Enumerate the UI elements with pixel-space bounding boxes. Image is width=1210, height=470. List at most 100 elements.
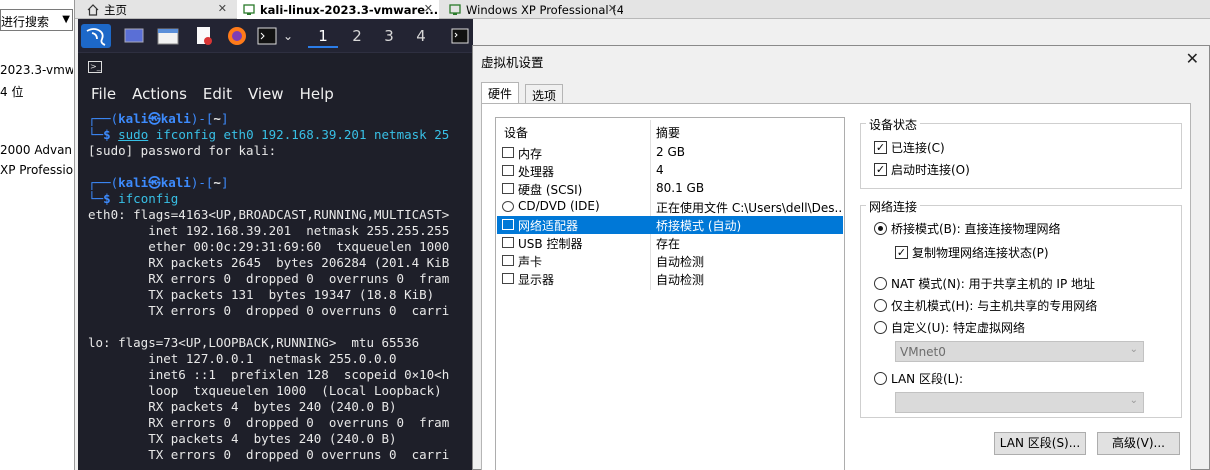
output-line: inet 127.0.0.1 netmask 255.0.0.0 <box>88 351 397 366</box>
terminal-window-icon: >_ <box>88 61 102 73</box>
checkmark-icon: ✓ <box>874 163 887 176</box>
connect-at-power-on-checkbox[interactable]: ✓ 启动时连接(O) <box>874 161 970 178</box>
output-line: inet 192.168.39.201 netmask 255.255.255 <box>88 223 450 238</box>
chevron-down-icon[interactable]: ▼ <box>62 14 70 25</box>
dialog-title: 虚拟机设置 <box>481 55 544 70</box>
tab-kali-vm[interactable]: kali-linux-2023.3-vmware... ✕ <box>237 0 439 19</box>
output-line: [sudo] password for kali: <box>88 143 277 158</box>
output-line: inet6 ::1 prefixlen 128 scopeid 0×10<h <box>88 367 450 382</box>
vm-icon <box>449 3 461 15</box>
library-search-input[interactable]: 进行搜索 ▼ <box>0 9 73 31</box>
checkmark-icon: ✓ <box>874 141 887 154</box>
vm-icon <box>243 3 255 15</box>
device-row-memory[interactable]: 内存 2 GB <box>497 144 843 162</box>
home-icon <box>87 3 99 16</box>
nat-mode-radio[interactable]: NAT 模式(N): 用于共享主机的 IP 地址 <box>874 275 1095 292</box>
close-icon[interactable]: ✕ <box>424 2 433 15</box>
workspace-2[interactable]: 2 <box>342 24 372 48</box>
device-row-network-adapter[interactable]: 网络适配器 桥接模式 (自动) <box>497 216 843 234</box>
device-row-sound-card[interactable]: 声卡 自动检测 <box>497 252 843 270</box>
terminal-icon <box>451 28 469 44</box>
terminal-launcher-button[interactable] <box>256 24 278 48</box>
lan-segment-select[interactable]: ⌄ <box>895 392 1144 413</box>
device-row-harddisk[interactable]: 硬盘 (SCSI) 80.1 GB <box>497 180 843 198</box>
taskbar-terminal-window[interactable] <box>449 24 471 48</box>
cpu-icon <box>502 165 514 176</box>
radio-icon <box>874 299 887 312</box>
radio-selected-icon <box>874 222 887 235</box>
workspace-4[interactable]: 4 <box>406 24 436 48</box>
output-line: TX packets 131 bytes 19347 (18.8 KiB) <box>88 287 435 302</box>
output-line: RX errors 0 dropped 0 overruns 0 fram <box>88 271 450 286</box>
desktop-icon <box>124 28 144 43</box>
menu-edit[interactable]: Edit <box>203 85 232 103</box>
kali-menu-button[interactable] <box>81 24 111 48</box>
close-icon[interactable]: ✕ <box>1186 49 1199 68</box>
advanced-button[interactable]: 高级(V)... <box>1097 432 1180 455</box>
sidebar-item[interactable]: XP Professio <box>0 163 73 177</box>
sidebar-item[interactable]: 4 位 <box>0 83 73 100</box>
display-icon <box>502 273 514 284</box>
prompt-line: ┌──(kali㉿kali)-[~] <box>88 175 229 190</box>
tab-hardware[interactable]: 硬件 <box>481 82 520 104</box>
menu-help[interactable]: Help <box>300 85 334 103</box>
tab-home[interactable]: 主页 ✕ <box>81 0 233 19</box>
chevron-down-icon: ⌄ <box>1129 395 1138 406</box>
vm-tab-strip: 主页 ✕ kali-linux-2023.3-vmware... ✕ Windo… <box>75 0 1210 19</box>
device-row-usb-controller[interactable]: USB 控制器 存在 <box>497 234 843 252</box>
radio-icon <box>874 321 887 334</box>
menu-file[interactable]: File <box>91 85 116 103</box>
output-line: eth0: flags=4163<UP,BROADCAST,RUNNING,MU… <box>88 207 450 222</box>
output-line: RX packets 4 bytes 240 (240.0 B) <box>88 399 397 414</box>
tab-windows-xp-vm[interactable]: Windows XP Professional (4) ✕ <box>443 0 623 19</box>
terminal-output[interactable]: ┌──(kali㉿kali)-[~] └─$ sudo ifconfig eth0… <box>88 111 473 463</box>
custom-network-select[interactable]: VMnet0 ⌄ <box>895 341 1144 362</box>
text-editor-button[interactable] <box>192 24 216 48</box>
file-manager-button[interactable] <box>156 24 180 48</box>
terminal-icon <box>257 27 277 45</box>
device-status-title: 设备状态 <box>866 116 921 133</box>
device-list[interactable]: 设备 摘要 内存 2 GB 处理器 4 硬盘 (SCSI) 80.1 GB CD/DV… <box>495 117 845 470</box>
kali-top-panel: ⌄ 1 2 3 4 <box>78 19 473 53</box>
command-line: └─$ ifconfig <box>88 191 179 206</box>
menu-actions[interactable]: Actions <box>132 85 187 103</box>
column-header-summary[interactable]: 摘要 <box>656 124 680 141</box>
radio-icon <box>874 277 887 290</box>
output-line: RX packets 2645 bytes 206284 (201.4 KiB <box>88 255 450 270</box>
column-header-device[interactable]: 设备 <box>504 124 528 141</box>
output-line: loop txqueuelen 1000 (Local Loopback) <box>88 383 442 398</box>
custom-network-radio[interactable]: 自定义(U): 特定虚拟网络 <box>874 319 1025 336</box>
lan-segment-radio[interactable]: LAN 区段(L): <box>874 370 963 387</box>
close-icon[interactable]: ✕ <box>608 2 617 15</box>
close-icon[interactable]: ✕ <box>218 2 227 15</box>
bridged-mode-radio[interactable]: 桥接模式(B): 直接连接物理网络 <box>874 220 1060 237</box>
show-desktop-button[interactable] <box>123 24 145 48</box>
lan-segments-button[interactable]: LAN 区段(S)... <box>994 432 1086 455</box>
vm-settings-dialog: 虚拟机设置 ✕ 硬件 选项 设备 摘要 内存 2 GB 处理器 4 硬盘 (SCSI… <box>472 45 1210 470</box>
device-row-cdrom[interactable]: CD/DVD (IDE) 正在使用文件 C:\Users\dell\Des... <box>497 198 843 216</box>
device-row-display[interactable]: 显示器 自动检测 <box>497 270 843 288</box>
replicate-physical-state-checkbox[interactable]: ✓ 复制物理网络连接状态(P) <box>895 244 1049 261</box>
device-row-processor[interactable]: 处理器 4 <box>497 162 843 180</box>
memory-icon <box>502 147 514 158</box>
kali-vm-display[interactable]: ⌄ 1 2 3 4 >_ File Actions Edit View Help… <box>78 19 473 470</box>
firefox-button[interactable] <box>225 24 249 48</box>
chevron-down-icon[interactable]: ⌄ <box>281 24 295 48</box>
host-sidebar: 进行搜索 ▼ 2023.3-vmw 4 位 2000 Advan XP Prof… <box>0 0 75 470</box>
terminal-menubar: File Actions Edit View Help <box>78 81 473 107</box>
tab-label: 主页 <box>104 2 127 17</box>
network-connection-title: 网络连接 <box>866 198 921 215</box>
workspace-3[interactable]: 3 <box>374 24 404 48</box>
sidebar-item[interactable]: 2000 Advan <box>0 143 73 157</box>
document-icon <box>197 27 212 45</box>
connected-checkbox[interactable]: ✓ 已连接(C) <box>874 139 945 156</box>
output-line: TX errors 0 dropped 0 overruns 0 carri <box>88 447 450 462</box>
output-line: TX errors 0 dropped 0 overruns 0 carri <box>88 303 450 318</box>
tab-options[interactable]: 选项 <box>525 84 564 104</box>
menu-view[interactable]: View <box>248 85 284 103</box>
workspace-1[interactable]: 1 <box>308 24 338 48</box>
host-only-mode-radio[interactable]: 仅主机模式(H): 与主机共享的专用网络 <box>874 297 1097 314</box>
sidebar-item[interactable]: 2023.3-vmw <box>0 63 73 77</box>
